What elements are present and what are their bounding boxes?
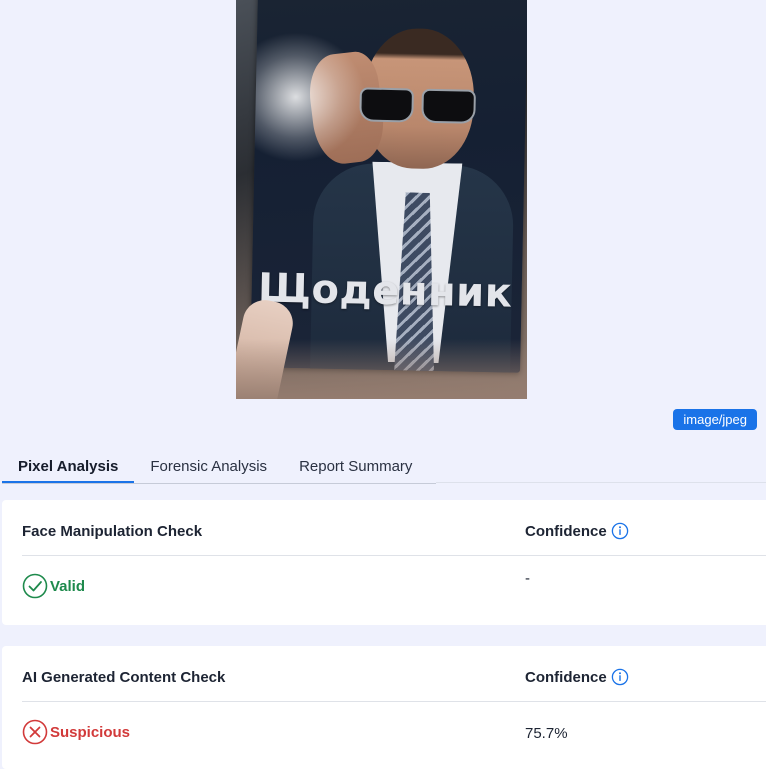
confidence-label: Confidence (525, 523, 607, 540)
tab-divider (436, 482, 766, 483)
status-result: Suspicious (22, 719, 130, 745)
card-header: AI Generated Content Check Confidence (22, 646, 766, 702)
confidence-value: - (525, 570, 530, 587)
x-circle-icon (22, 719, 48, 745)
sunglasses (359, 87, 480, 124)
card-title: AI Generated Content Check (22, 669, 226, 686)
image-preview: Щоденник (236, 0, 527, 399)
confidence-value: 75.7% (525, 725, 568, 742)
status-text: Suspicious (50, 723, 131, 741)
analysis-tabs: Pixel Analysis Forensic Analysis Report … (2, 450, 436, 484)
card-title: Face Manipulation Check (22, 523, 203, 540)
info-icon[interactable] (611, 522, 629, 540)
ai-generated-content-card: AI Generated Content Check Confidence Su… (2, 646, 766, 769)
cover-title: Щоденник (257, 265, 513, 317)
face-manipulation-card: Face Manipulation Check Confidence Valid… (2, 500, 766, 625)
mime-type-badge: image/jpeg (673, 409, 757, 430)
status-result: Valid (22, 573, 85, 599)
tab-forensic-analysis[interactable]: Forensic Analysis (134, 450, 283, 483)
check-circle-icon (22, 573, 48, 599)
status-text: Valid (50, 577, 86, 595)
confidence-label: Confidence (525, 669, 607, 686)
tab-report-summary[interactable]: Report Summary (283, 450, 428, 483)
card-header: Face Manipulation Check Confidence (22, 500, 766, 556)
tab-pixel-analysis[interactable]: Pixel Analysis (2, 450, 135, 483)
info-icon[interactable] (611, 668, 629, 686)
